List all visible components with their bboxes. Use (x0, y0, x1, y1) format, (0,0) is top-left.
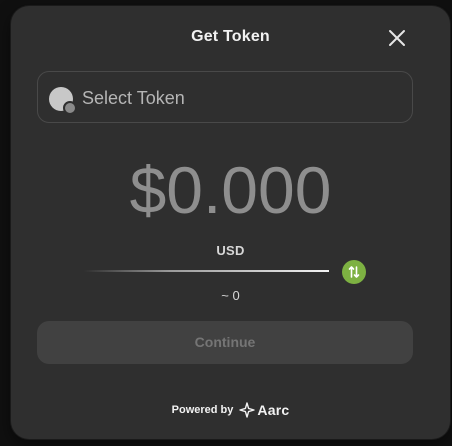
aarc-logo-icon (239, 402, 256, 418)
close-button[interactable] (386, 27, 408, 49)
swap-arrows-icon (348, 266, 360, 278)
amount-underline (84, 270, 329, 272)
token-amount-estimate: ~ 0 (221, 288, 240, 303)
brand-name: Aarc (257, 402, 290, 418)
swap-currency-button[interactable] (342, 260, 366, 284)
currency-label: USD (216, 243, 245, 258)
continue-button[interactable]: Continue (37, 321, 413, 364)
amount-display[interactable]: $0.000 (11, 154, 450, 226)
get-token-modal: Get Token Select Token $0.000 USD ~ 0 Co… (11, 6, 450, 439)
powered-by-label: Powered by (171, 404, 234, 416)
powered-by: Powered by Aarc (11, 401, 450, 419)
close-icon (389, 30, 405, 46)
brand: Aarc (239, 402, 289, 418)
modal-title: Get Token (191, 28, 270, 45)
token-placeholder-icon (49, 87, 77, 115)
select-token-button[interactable]: Select Token (37, 71, 413, 123)
select-token-label: Select Token (82, 88, 185, 108)
